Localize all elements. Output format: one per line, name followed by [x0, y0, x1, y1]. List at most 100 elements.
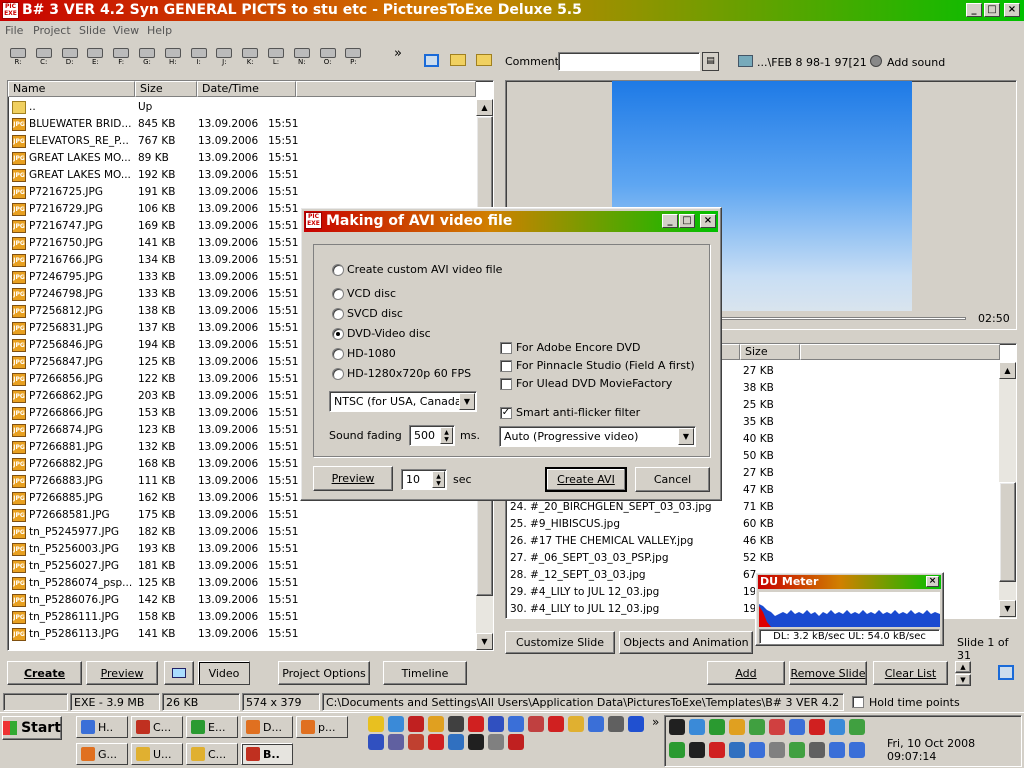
tray-icon[interactable]: [749, 719, 765, 735]
slide-scroll-thumb[interactable]: [999, 482, 1016, 582]
taskbar-button[interactable]: B..: [241, 743, 293, 765]
quick-launch-icon[interactable]: [508, 734, 524, 750]
quick-launch-icon[interactable]: [548, 716, 564, 732]
slide-scroll-up-icon[interactable]: ▲: [999, 362, 1016, 379]
slide-row[interactable]: 24. #_20_BIRCHGLEN_SEPT_03_03.jpg 71 KB: [506, 499, 1000, 516]
file-row[interactable]: JPG GREAT LAKES MO... 89 KB 13.09.2006 15:5…: [8, 150, 476, 167]
quick-launch-icon[interactable]: [488, 734, 504, 750]
create-avi-button[interactable]: Create AVI: [545, 467, 627, 492]
slide-col-size[interactable]: Size: [740, 344, 800, 360]
quick-launch-icon[interactable]: [568, 716, 584, 732]
quick-launch-icon[interactable]: [608, 716, 624, 732]
dialog-close[interactable]: ×: [700, 214, 716, 228]
file-row[interactable]: JPG ELEVATORS_RE_P... 767 KB 13.09.2006 15:…: [8, 133, 476, 150]
clear-list-button[interactable]: Clear List: [873, 661, 948, 685]
drive-button[interactable]: K:: [240, 48, 260, 72]
preview-seconds-input[interactable]: 10 ▲ ▼: [401, 469, 447, 490]
drive-button[interactable]: H:: [163, 48, 183, 72]
quick-launch-icon[interactable]: [388, 716, 404, 732]
drive-button[interactable]: I:: [189, 48, 209, 72]
drive-button[interactable]: G:: [137, 48, 157, 72]
tray-icon[interactable]: [689, 742, 705, 758]
checkbox-adobe[interactable]: [500, 342, 512, 354]
drive-button[interactable]: N:: [292, 48, 312, 72]
du-meter-titlebar[interactable]: DU Meter ×: [758, 575, 941, 589]
checkbox-smart-antiflicker[interactable]: ✓: [500, 407, 512, 419]
preview-seconds-spin-icon[interactable]: ▲ ▼: [432, 471, 445, 488]
file-row[interactable]: JPG tn_P5245977.JPG 182 KB 13.09.2006 15:51: [8, 524, 476, 541]
fullscreen-icon[interactable]: [998, 665, 1014, 680]
scroll-down-icon[interactable]: ▼: [476, 633, 493, 650]
folder-open-icon[interactable]: [450, 54, 466, 66]
drive-button[interactable]: R:: [8, 48, 28, 72]
minimize-button[interactable]: _: [966, 3, 982, 17]
tray-icon[interactable]: [849, 719, 865, 735]
start-button[interactable]: Start: [2, 716, 62, 740]
scan-mode-select[interactable]: Auto (Progressive video) ▼: [499, 426, 696, 447]
dialog-titlebar[interactable]: PIC EXE Making of AVI video file _ □ ×: [304, 211, 718, 232]
drive-button[interactable]: D:: [60, 48, 80, 72]
scan-chevron-down-icon[interactable]: ▼: [678, 428, 694, 445]
tray-icon[interactable]: [789, 742, 805, 758]
file-row[interactable]: JPG P72668581.JPG 175 KB 13.09.2006 15:51: [8, 507, 476, 524]
video-icon-button[interactable]: [164, 661, 194, 685]
menu-view[interactable]: View: [113, 24, 139, 37]
tray-icon[interactable]: [669, 742, 685, 758]
slide-row[interactable]: 26. #17 THE CHEMICAL VALLEY.jpg 46 KB: [506, 533, 1000, 550]
dialog-preview-button[interactable]: Preview: [313, 466, 393, 491]
quick-launch-icon[interactable]: [428, 716, 444, 732]
tray-icon[interactable]: [849, 742, 865, 758]
quick-launch-icon[interactable]: [448, 716, 464, 732]
quick-launch-icon[interactable]: [428, 734, 444, 750]
radio-hd720[interactable]: [332, 368, 344, 380]
tray-icon[interactable]: [769, 742, 785, 758]
file-row[interactable]: JPG GREAT LAKES MO... 192 KB 13.09.2006 15:…: [8, 167, 476, 184]
menu-file[interactable]: File: [5, 24, 23, 37]
move-down-icon[interactable]: ▼: [955, 674, 971, 686]
slide-row[interactable]: 27. #_06_SEPT_03_03_PSP.jpg 52 KB: [506, 550, 1000, 567]
hold-time-checkbox[interactable]: [852, 696, 864, 708]
drive-button[interactable]: J:: [214, 48, 234, 72]
tray-icon[interactable]: [809, 719, 825, 735]
quick-launch-more[interactable]: »: [652, 715, 659, 729]
file-row[interactable]: JPG tn_P5256003.JPG 193 KB 13.09.2006 15:51: [8, 541, 476, 558]
drive-button[interactable]: O:: [318, 48, 338, 72]
menu-help[interactable]: Help: [147, 24, 172, 37]
more-drives-button[interactable]: »: [394, 46, 402, 61]
file-row[interactable]: JPG tn_P5286076.JPG 142 KB 13.09.2006 15:51: [8, 592, 476, 609]
tray-icon[interactable]: [789, 719, 805, 735]
timeline-button[interactable]: Timeline: [383, 661, 467, 685]
tray-icon[interactable]: [729, 719, 745, 735]
sync-icon[interactable]: [424, 54, 439, 67]
file-row[interactable]: JPG BLUEWATER BRID... 845 KB 13.09.2006 15:…: [8, 116, 476, 133]
drive-button[interactable]: F:: [111, 48, 131, 72]
menu-project[interactable]: Project: [33, 24, 71, 37]
tray-icon[interactable]: [709, 742, 725, 758]
file-row[interactable]: .. Up: [8, 99, 476, 116]
file-row[interactable]: JPG tn_P5286113.JPG 141 KB 13.09.2006 15:51: [8, 626, 476, 643]
drive-button[interactable]: C:: [34, 48, 54, 72]
tray-icon[interactable]: [769, 719, 785, 735]
drive-button[interactable]: L:: [266, 48, 286, 72]
objects-animation-button[interactable]: Objects and Animation: [619, 631, 753, 654]
quick-launch-icon[interactable]: [368, 716, 384, 732]
col-header-name[interactable]: Name: [8, 81, 135, 97]
taskbar-button[interactable]: U...: [131, 743, 183, 765]
tray-icon[interactable]: [689, 719, 705, 735]
taskbar-button[interactable]: D...: [241, 716, 293, 738]
folder-up-icon[interactable]: [476, 54, 492, 66]
quick-launch-icon[interactable]: [388, 734, 404, 750]
create-button[interactable]: Create: [7, 661, 82, 685]
dialog-maximize[interactable]: □: [679, 214, 695, 228]
customize-slide-button[interactable]: Customize Slide: [505, 631, 615, 654]
chevron-down-icon[interactable]: ▼: [459, 393, 475, 410]
taskbar-button[interactable]: C...: [186, 743, 238, 765]
quick-launch-icon[interactable]: [408, 734, 424, 750]
quick-launch-icon[interactable]: [468, 716, 484, 732]
quick-launch-icon[interactable]: [468, 734, 484, 750]
du-meter-close[interactable]: ×: [926, 576, 939, 587]
checkbox-ulead[interactable]: [500, 378, 512, 390]
speaker-icon[interactable]: [870, 55, 882, 67]
file-row[interactable]: JPG tn_P5256027.JPG 181 KB 13.09.2006 15:51: [8, 558, 476, 575]
quick-launch-icon[interactable]: [628, 716, 644, 732]
